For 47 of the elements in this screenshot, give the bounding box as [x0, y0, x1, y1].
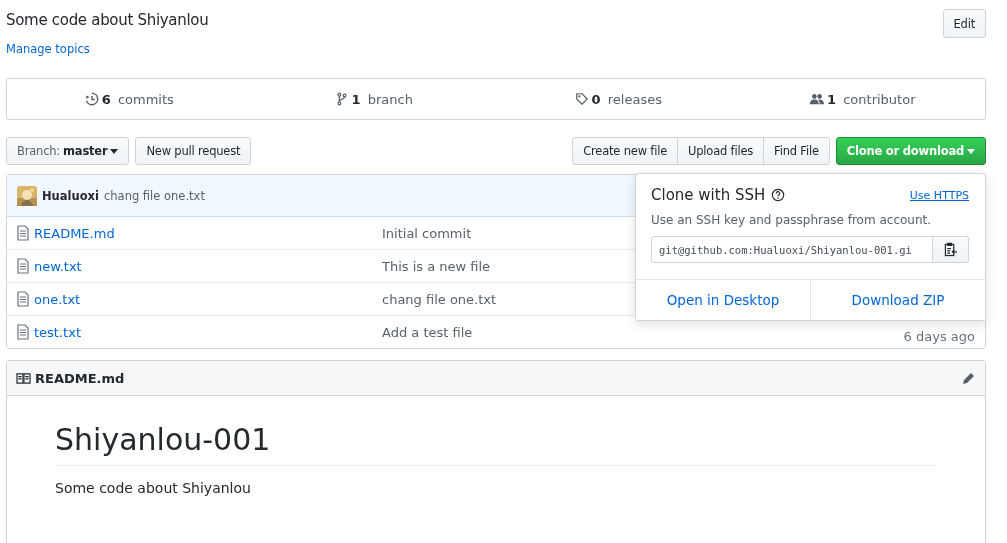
help-icon[interactable]	[771, 188, 786, 202]
file-icon	[17, 291, 29, 307]
readme-filename: README.md	[35, 370, 125, 386]
caret-icon	[110, 148, 119, 154]
stat-link[interactable]: 1 contributor	[740, 91, 985, 107]
popup-description: Use an SSH key and passphrase from account.	[651, 213, 933, 227]
commit-message-link[interactable]: chang file one.txt	[382, 291, 497, 307]
file-link[interactable]: new.txt	[34, 258, 82, 274]
caret-icon	[967, 148, 975, 154]
commit-message-link[interactable]: Initial commit	[382, 225, 472, 241]
popup-action-button[interactable]: Download ZIP	[810, 280, 985, 320]
file-action-button[interactable]: Find File	[763, 137, 830, 165]
pencil-icon[interactable]	[962, 371, 976, 385]
popup-title: Clone with SSH	[651, 186, 766, 204]
file-link[interactable]: one.txt	[34, 291, 81, 307]
readme-heading: Shiyanlou-001	[55, 422, 937, 466]
commit-author[interactable]: Hualuoxi	[42, 188, 99, 203]
new-pull-request-button[interactable]: New pull request	[135, 137, 252, 165]
file-action-button[interactable]: Create new file	[572, 137, 679, 165]
tag-icon	[574, 92, 589, 106]
file-icon	[17, 258, 29, 274]
file-link[interactable]: test.txt	[34, 324, 81, 340]
clipboard-icon	[944, 242, 957, 257]
file-link[interactable]: README.md	[34, 225, 115, 241]
file-age: 6 days ago	[903, 329, 975, 344]
edit-button[interactable]: Edit	[942, 9, 986, 38]
readme-text: Some code about Shiyanlou	[55, 480, 252, 496]
branch-icon	[334, 92, 349, 106]
stat-link[interactable]: 1 branch	[251, 91, 496, 107]
commit-message-link[interactable]: Add a test file	[382, 324, 473, 340]
clone-url-field[interactable]: git@github.com:Hualuoxi/Shiyanlou-001.gi	[651, 236, 933, 263]
repo-description: Some code about Shiyanlou	[6, 11, 209, 29]
popup-action-button[interactable]: Open in Desktop	[636, 280, 810, 320]
copy-button[interactable]	[933, 236, 969, 263]
use-https-link[interactable]: Use HTTPS	[909, 188, 969, 202]
file-icon	[17, 225, 29, 241]
history-icon	[84, 92, 99, 106]
file-action-button[interactable]: Upload files	[677, 137, 765, 165]
book-icon	[16, 371, 31, 385]
branch-select[interactable]: Branch: master	[6, 137, 130, 165]
stat-link[interactable]: 0 releases	[496, 91, 741, 107]
commit-message[interactable]: chang file one.txt	[103, 188, 205, 203]
manage-topics-link[interactable]: Manage topics	[6, 42, 90, 56]
file-icon	[17, 324, 29, 340]
commit-message-link[interactable]: This is a new file	[382, 258, 491, 274]
stat-link[interactable]: 6 commits	[7, 91, 252, 107]
people-icon	[810, 92, 824, 106]
